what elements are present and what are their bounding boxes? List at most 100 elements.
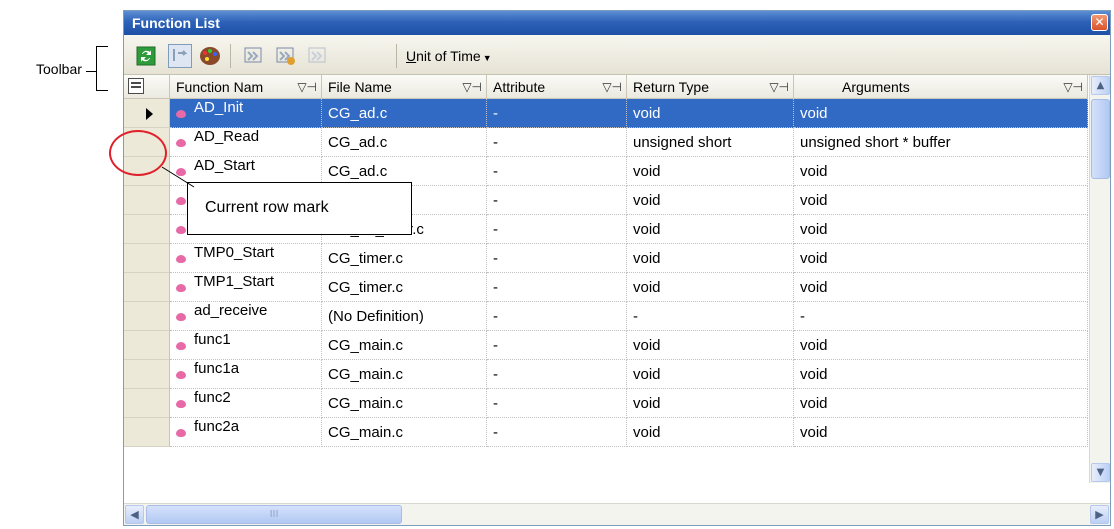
row-file-cell[interactable]: CG_main.c [322, 331, 487, 360]
filter-pin-icon[interactable]: ▽⊣ [297, 75, 317, 98]
row-arguments-cell[interactable]: void [794, 273, 1088, 302]
row-file-cell[interactable]: CG_main.c [322, 360, 487, 389]
row-arguments-cell[interactable]: void [794, 157, 1088, 186]
row-return-type-cell[interactable]: void [627, 389, 794, 418]
grid-corner[interactable] [124, 75, 170, 99]
profile-icon-3[interactable] [306, 44, 330, 68]
function-icon [176, 139, 186, 147]
row-attribute-cell[interactable]: - [487, 302, 627, 331]
row-header[interactable] [124, 215, 170, 244]
row-file-cell[interactable]: CG_timer.c [322, 244, 487, 273]
row-arguments-cell[interactable]: void [794, 418, 1088, 447]
refresh-icon[interactable] [134, 44, 158, 68]
row-attribute-cell[interactable]: - [487, 215, 627, 244]
profile-icon-1[interactable] [242, 44, 266, 68]
row-return-type-cell[interactable]: void [627, 186, 794, 215]
table-row[interactable]: AD_Init CG_ad.c - void void [124, 99, 1088, 128]
row-return-type-cell[interactable]: void [627, 418, 794, 447]
scroll-right-icon[interactable]: ▶ [1090, 505, 1109, 524]
scroll-down-icon[interactable]: ▼ [1091, 463, 1110, 482]
row-arguments-cell[interactable]: unsigned short * buffer [794, 128, 1088, 157]
table-row[interactable]: func2a CG_main.c - void void [124, 418, 1088, 447]
row-function-name-cell[interactable] [170, 418, 322, 447]
row-function-name-cell[interactable] [170, 389, 322, 418]
column-header-arguments[interactable]: Arguments ▽⊣ [794, 75, 1088, 99]
row-header[interactable] [124, 360, 170, 389]
row-attribute-cell[interactable]: - [487, 389, 627, 418]
vertical-scrollbar[interactable]: ▲ ▼ [1089, 75, 1110, 483]
row-arguments-cell[interactable]: void [794, 215, 1088, 244]
column-settings-icon[interactable] [128, 78, 144, 94]
row-return-type-cell[interactable]: - [627, 302, 794, 331]
row-file-cell[interactable]: CG_ad.c [322, 99, 487, 128]
table-row[interactable]: func1a CG_main.c - void void [124, 360, 1088, 389]
row-file-cell[interactable]: CG_timer.c [322, 273, 487, 302]
row-return-type-cell[interactable]: void [627, 360, 794, 389]
column-header-file-name[interactable]: File Name ▽⊣ [322, 75, 487, 99]
row-header[interactable] [124, 273, 170, 302]
row-attribute-cell[interactable]: - [487, 99, 627, 128]
row-function-name-cell[interactable] [170, 99, 322, 128]
jump-to-source-icon[interactable] [168, 44, 192, 68]
row-attribute-cell[interactable]: - [487, 273, 627, 302]
table-row[interactable]: func2 CG_main.c - void void [124, 389, 1088, 418]
column-header-return-type[interactable]: Return Type ▽⊣ [627, 75, 794, 99]
scroll-up-icon[interactable]: ▲ [1091, 76, 1110, 95]
function-name: func1 [194, 331, 231, 348]
close-icon[interactable]: ✕ [1091, 14, 1108, 31]
row-attribute-cell[interactable]: - [487, 331, 627, 360]
filter-pin-icon[interactable]: ▽⊣ [1063, 75, 1083, 98]
row-attribute-cell[interactable]: - [487, 157, 627, 186]
table-row[interactable]: func1 CG_main.c - void void [124, 331, 1088, 360]
column-header-attribute[interactable]: Attribute ▽⊣ [487, 75, 627, 99]
row-return-type-cell[interactable]: void [627, 157, 794, 186]
filter-pin-icon[interactable]: ▽⊣ [462, 75, 482, 98]
row-attribute-cell[interactable]: - [487, 244, 627, 273]
color-palette-icon[interactable] [198, 44, 222, 68]
filter-pin-icon[interactable]: ▽⊣ [769, 75, 789, 98]
row-file-cell[interactable]: CG_main.c [322, 418, 487, 447]
vertical-scroll-thumb[interactable] [1091, 99, 1110, 179]
row-arguments-cell[interactable]: void [794, 99, 1088, 128]
function-name: AD_Init [194, 99, 244, 116]
column-header-function-name[interactable]: Function Nam ▽⊣ [170, 75, 322, 99]
row-arguments-cell[interactable]: void [794, 186, 1088, 215]
row-file-cell[interactable]: (No Definition) [322, 302, 487, 331]
row-function-name-cell[interactable] [170, 360, 322, 389]
title-bar[interactable]: Function List ✕ [124, 11, 1110, 35]
row-file-cell[interactable]: CG_ad.c [322, 128, 487, 157]
row-arguments-cell[interactable]: void [794, 331, 1088, 360]
row-attribute-cell[interactable]: - [487, 186, 627, 215]
row-return-type-cell[interactable]: unsigned short [627, 128, 794, 157]
row-return-type-cell[interactable]: void [627, 244, 794, 273]
unit-of-time-dropdown[interactable]: Unit of Time ▼ [406, 45, 492, 67]
table-row[interactable]: AD_Read CG_ad.c - unsigned short unsigned sh… [124, 128, 1088, 157]
row-return-type-cell[interactable]: void [627, 99, 794, 128]
row-attribute-cell[interactable]: - [487, 360, 627, 389]
row-attribute-cell[interactable]: - [487, 418, 627, 447]
table-row[interactable]: ad_receive (No Definition) - - - [124, 302, 1088, 331]
row-header[interactable] [124, 302, 170, 331]
row-return-type-cell[interactable]: void [627, 215, 794, 244]
row-header[interactable] [124, 389, 170, 418]
row-header[interactable] [124, 99, 170, 128]
scroll-left-icon[interactable]: ◀ [125, 505, 144, 524]
row-arguments-cell[interactable]: - [794, 302, 1088, 331]
profile-icon-2[interactable] [274, 44, 298, 68]
row-arguments-cell[interactable]: void [794, 389, 1088, 418]
horizontal-scrollbar[interactable]: ◀ III ▶ [124, 503, 1110, 525]
table-row[interactable]: TMP0_Start CG_timer.c - void void [124, 244, 1088, 273]
row-return-type-cell[interactable]: void [627, 331, 794, 360]
row-file-cell[interactable]: CG_main.c [322, 389, 487, 418]
row-arguments-cell[interactable]: void [794, 360, 1088, 389]
row-function-name-cell[interactable] [170, 331, 322, 360]
filter-pin-icon[interactable]: ▽⊣ [602, 75, 622, 98]
table-row[interactable]: TMP1_Start CG_timer.c - void void [124, 273, 1088, 302]
row-arguments-cell[interactable]: void [794, 244, 1088, 273]
horizontal-scroll-thumb[interactable]: III [146, 505, 402, 524]
row-header[interactable] [124, 331, 170, 360]
row-header[interactable] [124, 418, 170, 447]
row-attribute-cell[interactable]: - [487, 128, 627, 157]
row-header[interactable] [124, 244, 170, 273]
row-return-type-cell[interactable]: void [627, 273, 794, 302]
